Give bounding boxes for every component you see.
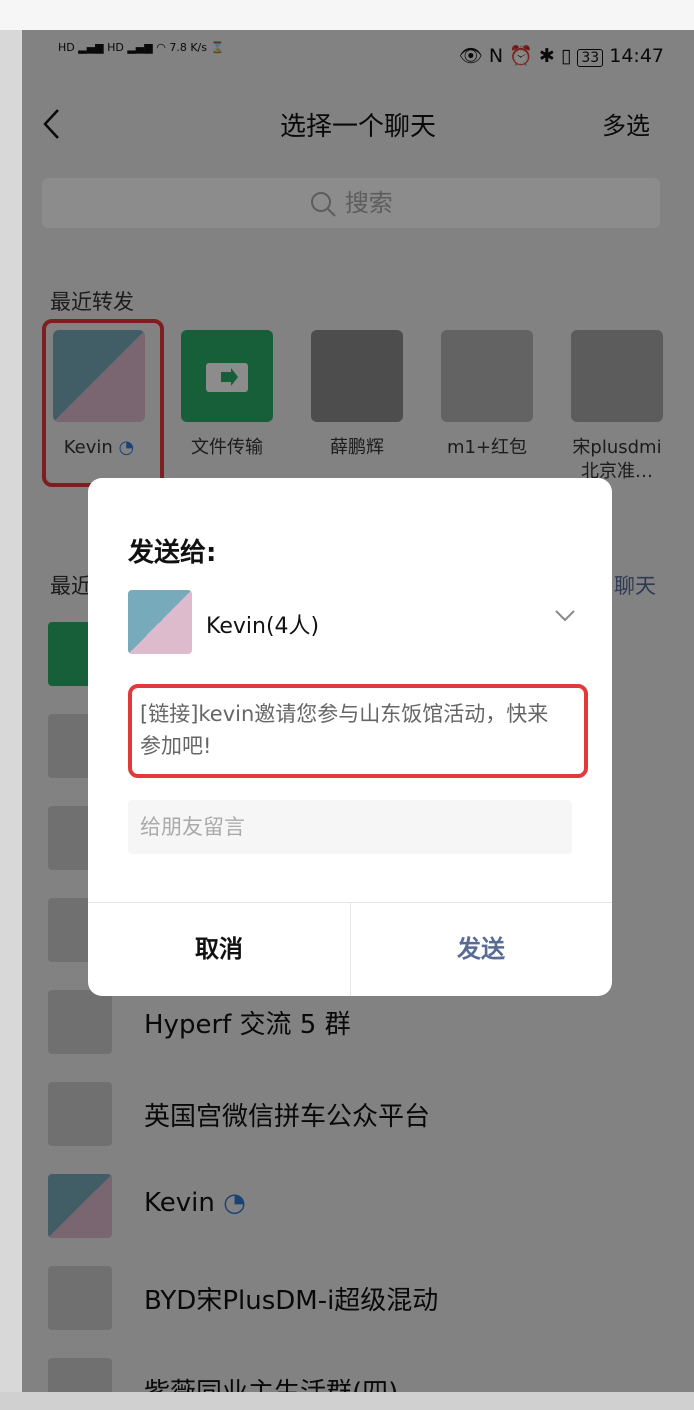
cancel-button[interactable]: 取消	[88, 902, 350, 996]
chevron-down-icon[interactable]	[554, 604, 576, 629]
recipient-avatar	[128, 590, 192, 654]
recipient-row[interactable]: Kevin(4人)	[128, 590, 576, 654]
outer-toolbar	[0, 0, 694, 30]
send-dialog: 发送给: Kevin(4人) [链接]kevin邀请您参与山东饭馆活动，快来参加…	[88, 478, 612, 996]
phone-screen: HD ▂▄▆ HD ▂▄▆ ◠ 7.8 K/s ⌛ 👁 N ⏰ ✱ ▯ 33 1…	[22, 30, 694, 1392]
comment-input[interactable]: 给朋友留言	[128, 800, 572, 854]
dialog-title: 发送给:	[128, 538, 217, 568]
send-button[interactable]: 发送	[350, 902, 612, 996]
highlight-box-message	[128, 684, 588, 778]
outer-bottom-bar	[0, 1392, 694, 1410]
recipient-name: Kevin(4人)	[206, 614, 320, 639]
